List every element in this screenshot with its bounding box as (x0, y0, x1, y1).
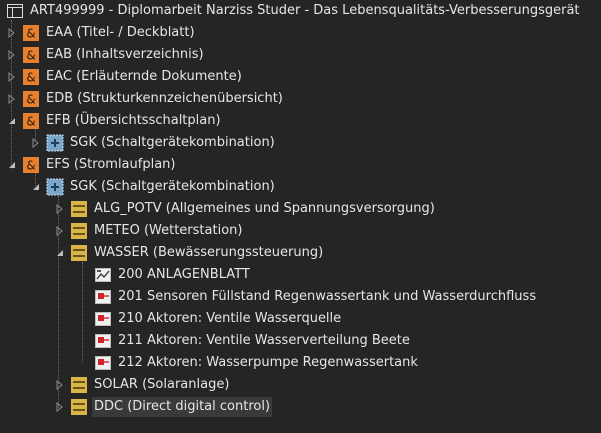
expand-arrow-icon[interactable] (54, 225, 66, 237)
schematic-page-icon (94, 354, 112, 372)
tree-page-212[interactable]: 212 Aktoren: Wasserpumpe Regenwassertank (94, 352, 420, 374)
expand-arrow-icon[interactable] (6, 93, 18, 105)
tree-item-label: EAC (Erläuternde Dokumente) (46, 69, 242, 84)
tree-item-label: EFS (Stromlaufplan) (46, 157, 176, 172)
tree-item-label: SOLAR (Solaranlage) (94, 377, 230, 392)
cabinet-plus-icon (46, 134, 64, 152)
svg-text:&: & (26, 93, 35, 107)
svg-text:&: & (26, 71, 35, 85)
stripes-folder-icon (70, 398, 88, 416)
ampersand-group-icon: & (22, 156, 40, 174)
tree-guide-line (82, 262, 83, 362)
collapse-arrow-icon[interactable] (6, 115, 18, 127)
tree-page-211[interactable]: 211 Aktoren: Ventile Wasserverteilung Be… (94, 330, 412, 352)
schematic-page-icon (94, 310, 112, 328)
collapse-arrow-icon[interactable] (30, 181, 42, 193)
chart-page-icon (94, 266, 112, 284)
tree-item-label: ALG_POTV (Allgemeines und Spannungsverso… (94, 201, 435, 216)
tree-item-label: 200 ANLAGENBLATT (118, 267, 250, 282)
stripes-folder-icon (70, 376, 88, 394)
tree-item-label: WASSER (Bewässerungssteuerung) (94, 245, 324, 260)
expand-arrow-icon[interactable] (6, 27, 18, 39)
expand-arrow-icon[interactable] (30, 137, 42, 149)
tree-item-ddc[interactable]: DDC (Direct digital control) (54, 396, 273, 418)
expand-arrow-icon[interactable] (54, 379, 66, 391)
tree-item-label: EAB (Inhaltsverzeichnis) (46, 47, 204, 62)
expand-arrow-icon[interactable] (54, 203, 66, 215)
tree-item-label: SGK (Schaltgerätekombination) (70, 179, 275, 194)
tree-item-efb-sgk[interactable]: SGK (Schaltgerätekombination) (30, 132, 277, 154)
tree-item-label: 212 Aktoren: Wasserpumpe Regenwassertank (118, 355, 418, 370)
schematic-page-icon (94, 288, 112, 306)
tree-item-solar[interactable]: SOLAR (Solaranlage) (54, 374, 231, 396)
stripes-folder-icon (70, 200, 88, 218)
tree-item-label: DDC (Direct digital control) (92, 397, 273, 417)
tree-item-label: 201 Sensoren Füllstand Regenwassertank u… (118, 289, 537, 304)
svg-text:&: & (26, 159, 35, 173)
tree-item-edb[interactable]: & EDB (Strukturkennzeichenübersicht) (6, 88, 285, 110)
ampersand-group-icon: & (22, 112, 40, 130)
collapse-arrow-icon[interactable] (6, 159, 18, 171)
tree-page-210[interactable]: 210 Aktoren: Ventile Wasserquelle (94, 308, 343, 330)
expand-arrow-icon[interactable] (6, 49, 18, 61)
ampersand-group-icon: & (22, 24, 40, 42)
tree-item-wasser[interactable]: WASSER (Bewässerungssteuerung) (54, 242, 325, 264)
expand-arrow-icon[interactable] (6, 71, 18, 83)
project-tree: ART499999 - Diplomarbeit Narziss Studer … (0, 0, 601, 433)
tree-item-meteo[interactable]: METEO (Wetterstation) (54, 220, 244, 242)
stripes-folder-icon (70, 222, 88, 240)
tree-item-label: METEO (Wetterstation) (94, 223, 243, 238)
tree-item-label: 210 Aktoren: Ventile Wasserquelle (118, 311, 342, 326)
tree-root[interactable]: ART499999 - Diplomarbeit Narziss Studer … (6, 0, 582, 22)
ampersand-group-icon: & (22, 46, 40, 64)
tree-page-201[interactable]: 201 Sensoren Füllstand Regenwassertank u… (94, 286, 538, 308)
tree-item-label: SGK (Schaltgerätekombination) (70, 135, 275, 150)
ampersand-group-icon: & (22, 68, 40, 86)
schematic-page-icon (94, 332, 112, 350)
window-icon (6, 2, 24, 20)
tree-item-eac[interactable]: & EAC (Erläuternde Dokumente) (6, 66, 244, 88)
tree-page-200[interactable]: 200 ANLAGENBLATT (94, 264, 252, 286)
collapse-arrow-icon[interactable] (54, 247, 66, 259)
tree-item-label: 211 Aktoren: Ventile Wasserverteilung Be… (118, 333, 410, 348)
tree-item-eab[interactable]: & EAB (Inhaltsverzeichnis) (6, 44, 206, 66)
tree-item-efb[interactable]: & EFB (Übersichtsschaltplan) (6, 110, 223, 132)
svg-text:&: & (26, 49, 35, 63)
tree-item-eaa[interactable]: & EAA (Titel- / Deckblatt) (6, 22, 197, 44)
tree-item-label: EDB (Strukturkennzeichenübersicht) (46, 91, 283, 106)
svg-text:&: & (26, 115, 35, 129)
svg-text:&: & (26, 27, 35, 41)
ampersand-group-icon: & (22, 90, 40, 108)
cabinet-plus-icon (46, 178, 64, 196)
tree-item-label: EAA (Titel- / Deckblatt) (46, 25, 195, 40)
tree-item-efs[interactable]: & EFS (Stromlaufplan) (6, 154, 177, 176)
expand-arrow-icon[interactable] (54, 401, 66, 413)
tree-item-label: EFB (Übersichtsschaltplan) (46, 113, 221, 128)
tree-root-label: ART499999 - Diplomarbeit Narziss Studer … (30, 3, 580, 18)
tree-item-alg-potv[interactable]: ALG_POTV (Allgemeines und Spannungsverso… (54, 198, 437, 220)
tree-item-efs-sgk[interactable]: SGK (Schaltgerätekombination) (30, 176, 277, 198)
stripes-folder-icon (70, 244, 88, 262)
